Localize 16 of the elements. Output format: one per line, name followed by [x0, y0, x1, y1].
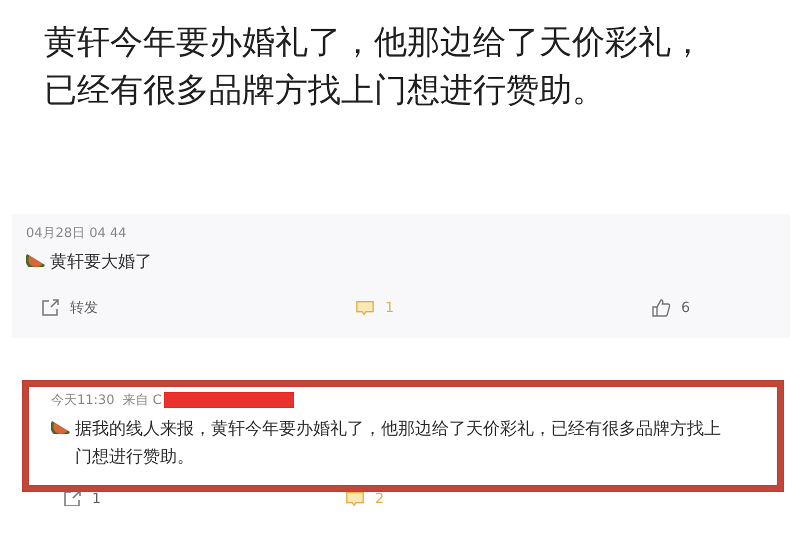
post-source: 来自 C [122, 392, 162, 409]
post-time: 今天11:30 [51, 392, 114, 409]
share-button[interactable]: 1 [62, 492, 101, 506]
caption-text: 黄轩今年要办婚礼了，他那边给了天价彩礼，已经有很多品牌方找上门想进行赞助。 [44, 21, 704, 111]
watermelon-icon [51, 418, 71, 434]
comment-icon [355, 298, 376, 318]
share-icon [62, 492, 82, 506]
like-button[interactable]: 6 [651, 298, 690, 318]
post-text: 黄轩要大婚了 [50, 251, 153, 274]
watermelon-icon [26, 251, 46, 267]
share-button[interactable]: 转发 [40, 298, 98, 318]
post-time: 04月28日 04 44 [26, 225, 126, 242]
share-icon [40, 298, 60, 318]
post-text: 据我的线人来报，黄轩今年要办婚礼了，他那边给了天价彩礼，已经有很多品牌方找上门想进行赞助。 [75, 418, 721, 469]
thumbs-up-icon [651, 298, 672, 318]
comment-icon [345, 492, 366, 506]
